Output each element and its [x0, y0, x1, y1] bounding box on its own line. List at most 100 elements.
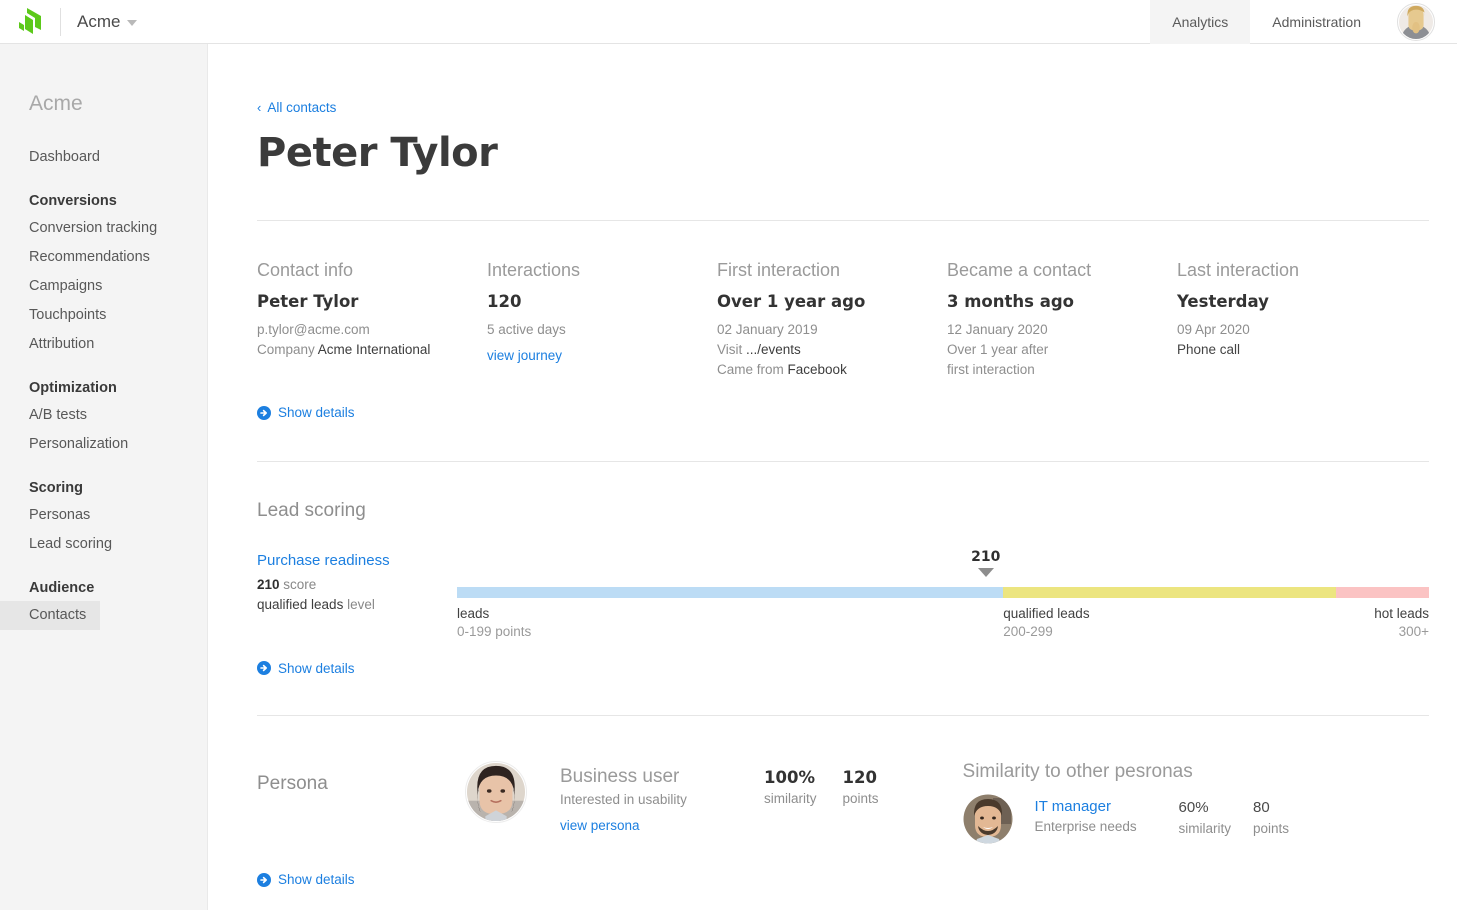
top-bar: Acme Analytics Administration	[0, 0, 1457, 44]
column-heading: First interaction	[717, 260, 947, 281]
persona-section: Persona Business user	[257, 716, 1429, 892]
sidebar-group-audience: Audience Contacts	[0, 576, 207, 630]
show-details-label: Show details	[278, 405, 355, 420]
column-heading: Last interaction	[1177, 260, 1299, 281]
show-details-persona[interactable]: Show details	[257, 872, 355, 887]
contact-company: Company Acme International	[257, 340, 487, 360]
similar-persona-similarity-caption: similarity	[1179, 819, 1232, 839]
sidebar-group-optimization: Optimization A/B tests Personalization	[0, 376, 207, 459]
lead-scoring-summary: Purchase readiness 210 score qualified l…	[257, 549, 457, 629]
sidebar-item-conversion-tracking[interactable]: Conversion tracking	[0, 214, 207, 243]
sidebar-heading-audience: Audience	[0, 576, 207, 601]
became-contact-note-line1: Over 1 year after	[947, 340, 1177, 360]
lead-score-value: 210	[257, 577, 280, 592]
breadcrumb-label: All contacts	[267, 100, 336, 115]
similar-persona-similarity-value: 60%	[1179, 797, 1232, 819]
score-marker: 210	[956, 549, 1016, 577]
sidebar-item-contacts[interactable]: Contacts	[0, 601, 100, 630]
view-persona-link[interactable]: view persona	[560, 816, 738, 836]
lead-scoring-model-link[interactable]: Purchase readiness	[257, 552, 457, 569]
info-column-interactions: Interactions 120 5 active days view jour…	[487, 260, 717, 380]
first-interaction-date: 02 January 2019	[717, 320, 947, 340]
persona-description: Interested in usability	[560, 790, 738, 810]
persona-name: Business user	[560, 765, 738, 789]
show-details-lead-scoring[interactable]: Show details	[257, 661, 355, 676]
app-logo[interactable]	[0, 8, 60, 36]
first-interaction-relative: Over 1 year ago	[717, 292, 947, 311]
lead-scoring-section: Lead scoring Purchase readiness 210 scor…	[257, 462, 1429, 681]
segment-name: leads	[457, 605, 531, 623]
acme-logo-icon	[17, 8, 43, 36]
sidebar-heading-optimization: Optimization	[0, 376, 207, 401]
sidebar-item-personalization[interactable]: Personalization	[0, 430, 207, 459]
brand-name: Acme	[77, 12, 120, 32]
similar-persona-points-stat: 80 points	[1253, 794, 1289, 839]
circle-arrow-right-icon	[257, 661, 271, 675]
sidebar-item-recommendations[interactable]: Recommendations	[0, 243, 207, 272]
contact-info-section: Contact info Peter Tylor p.tylor@acme.co…	[257, 221, 1429, 425]
breadcrumb-all-contacts[interactable]: ‹ All contacts	[257, 100, 336, 115]
sidebar-group-conversions: Conversions Conversion tracking Recommen…	[0, 189, 207, 359]
sidebar-item-personas[interactable]: Personas	[0, 501, 207, 530]
show-details-label: Show details	[278, 661, 355, 676]
lead-score-caption: score	[283, 577, 316, 592]
persona-details: Business user Interested in usability vi…	[560, 761, 1289, 844]
show-details-label: Show details	[278, 872, 355, 887]
interactions-active-days: 5 active days	[487, 320, 717, 340]
score-bar	[457, 587, 1429, 598]
sidebar-item-ab-tests[interactable]: A/B tests	[0, 401, 207, 430]
segment-name: hot leads	[1374, 605, 1429, 623]
first-interaction-source: Came from Facebook	[717, 360, 947, 380]
persona-heading: Persona	[257, 761, 465, 795]
info-column-last-interaction: Last interaction Yesterday 09 Apr 2020 P…	[1177, 260, 1299, 380]
account-menu[interactable]	[1383, 3, 1457, 41]
sidebar-item-attribution[interactable]: Attribution	[0, 330, 207, 359]
show-details-contact-info[interactable]: Show details	[257, 405, 355, 420]
similar-persona-name[interactable]: IT manager	[1035, 796, 1157, 817]
chevron-down-icon	[127, 20, 137, 26]
column-heading: Interactions	[487, 260, 717, 281]
triangle-down-icon	[978, 568, 994, 577]
last-interaction-relative: Yesterday	[1177, 292, 1299, 311]
tab-administration[interactable]: Administration	[1250, 0, 1383, 44]
sidebar-title: Acme	[0, 92, 207, 116]
lead-scoring-body: Purchase readiness 210 score qualified l…	[257, 549, 1429, 629]
similar-persona-points-caption: points	[1253, 819, 1289, 839]
score-segment-qualified-leads	[1003, 587, 1335, 598]
persona-photo-business-user	[465, 761, 527, 823]
became-contact-date: 12 January 2020	[947, 320, 1177, 340]
persona-points-value: 120	[843, 767, 879, 789]
sidebar-item-lead-scoring[interactable]: Lead scoring	[0, 530, 207, 559]
sidebar-heading-scoring: Scoring	[0, 476, 207, 501]
became-contact-relative: 3 months ago	[947, 292, 1177, 311]
sidebar-item-dashboard[interactable]: Dashboard	[0, 143, 207, 172]
info-column-contact-info: Contact info Peter Tylor p.tylor@acme.co…	[257, 260, 487, 380]
persona-similarity-value: 100%	[764, 767, 817, 789]
source-value: Facebook	[788, 362, 847, 377]
tab-analytics[interactable]: Analytics	[1150, 0, 1250, 44]
sidebar-item-touchpoints[interactable]: Touchpoints	[0, 301, 207, 330]
score-label-qualified-leads: qualified leads 200-299	[1003, 605, 1089, 641]
lead-scoring-score: 210 score	[257, 575, 457, 595]
info-column-first-interaction: First interaction Over 1 year ago 02 Jan…	[717, 260, 947, 380]
score-segment-leads	[457, 587, 1003, 598]
score-label-hot-leads: hot leads 300+	[1374, 605, 1429, 641]
score-segment-hot-leads	[1336, 587, 1429, 598]
brand-selector[interactable]: Acme	[61, 12, 137, 32]
persona-points-caption: points	[843, 789, 879, 809]
contact-email: p.tylor@acme.com	[257, 320, 487, 340]
view-journey-link[interactable]: view journey	[487, 346, 717, 366]
sidebar-item-campaigns[interactable]: Campaigns	[0, 272, 207, 301]
column-heading: Became a contact	[947, 260, 1177, 281]
visit-value: .../events	[746, 342, 801, 357]
circle-arrow-right-icon	[257, 406, 271, 420]
similar-persona-similarity-stat: 60% similarity	[1179, 794, 1232, 839]
similar-personas-block: Similarity to other pesronas	[963, 761, 1290, 844]
similar-persona-points-value: 80	[1253, 797, 1289, 819]
persona-similarity-caption: similarity	[764, 789, 817, 809]
similar-persona-identity: IT manager Enterprise needs	[1035, 794, 1157, 836]
persona-photo-it-manager	[963, 794, 1013, 844]
sidebar-group-general: Dashboard	[0, 143, 207, 172]
similar-personas-heading: Similarity to other pesronas	[963, 761, 1290, 783]
last-interaction-type: Phone call	[1177, 340, 1299, 360]
